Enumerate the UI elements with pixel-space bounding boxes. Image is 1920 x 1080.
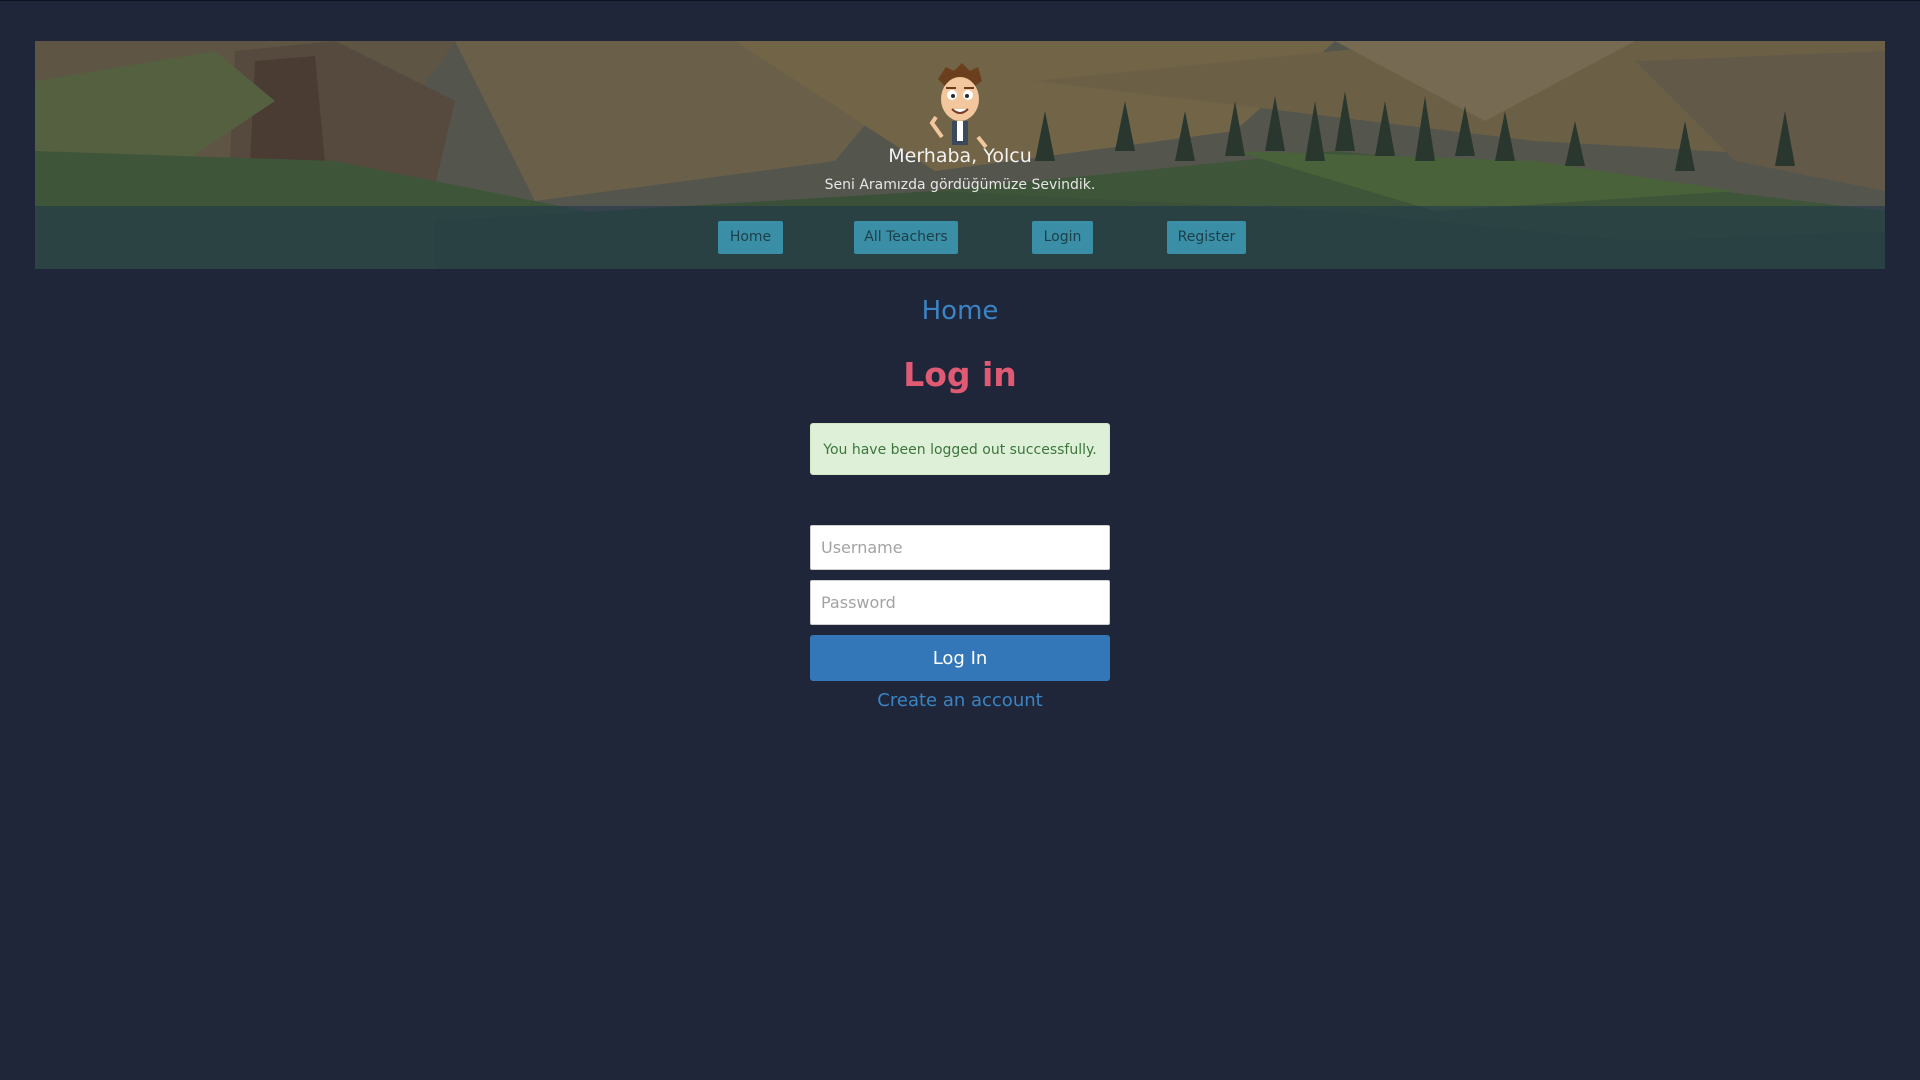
create-account-link[interactable]: Create an account <box>0 690 1920 711</box>
main-navigation: Home All Teachers Login Register <box>35 206 1885 269</box>
password-input[interactable] <box>810 580 1110 625</box>
top-border <box>0 0 1920 1</box>
page: Merhaba, Yolcu Seni Aramızda gördüğümüze… <box>0 0 1920 1080</box>
header-banner: Merhaba, Yolcu Seni Aramızda gördüğümüze… <box>35 41 1885 269</box>
home-link[interactable]: Home <box>0 296 1920 326</box>
nav-all-teachers-button[interactable]: All Teachers <box>854 221 958 254</box>
log-in-button[interactable]: Log In <box>810 635 1110 681</box>
greeting-text: Merhaba, Yolcu <box>888 145 1032 167</box>
nav-home-button[interactable]: Home <box>718 221 783 254</box>
nav-login-button[interactable]: Login <box>1032 221 1093 254</box>
nav-register-button[interactable]: Register <box>1167 221 1246 254</box>
page-title: Log in <box>903 355 1017 394</box>
username-input[interactable] <box>810 525 1110 570</box>
waving-man-avatar-icon <box>929 63 988 149</box>
logout-success-alert: You have been logged out successfully. <box>810 423 1110 475</box>
welcome-subtitle: Seni Aramızda gördüğümüze Sevindik. <box>824 177 1096 193</box>
